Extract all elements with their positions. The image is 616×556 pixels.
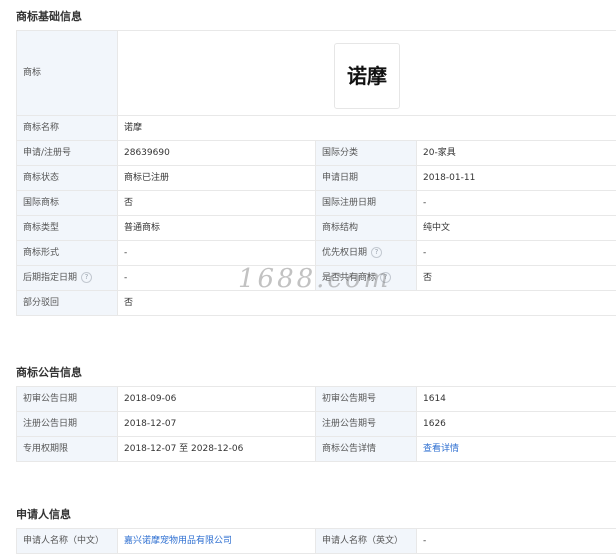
reg-no-label: 申请/注册号 [16,140,118,166]
shared-mark-cell: 是否共有商标? [315,265,417,291]
reg-notice-issue-label: 注册公告期号 [315,411,417,437]
priority-date-cell: 优先权日期? [315,240,417,266]
view-details-link[interactable]: 查看详情 [423,444,459,454]
mark-type-value: 普通商标 [117,215,316,241]
priority-date-value: - [415,240,616,266]
mark-structure-label: 商标结构 [315,215,417,241]
mark-form-label: 商标形式 [16,240,118,266]
applicant-cn-link[interactable]: 嘉兴诺摩宠物用品有限公司 [124,536,232,546]
intl-reg-date-value: - [415,190,616,216]
partial-reject-value: 否 [116,290,616,316]
logo-cell: 诺摩 [116,30,616,116]
shared-mark-label: 是否共有商标 [322,273,377,283]
basic-info-table: 商标 诺摩 商标名称 诺摩 申请/注册号 28639690 国际分类 20-家具… [16,30,616,316]
exclusive-period-label: 专用权期限 [16,436,118,462]
applicant-en-value: - [416,528,616,554]
prelim-notice-date-value: 2018-09-06 [117,386,316,412]
mark-structure-value: 纯中文 [415,215,616,241]
section-title-basic: 商标基础信息 [16,10,82,23]
priority-date-label: 优先权日期 [322,248,368,258]
section-title-applicant: 申请人信息 [16,508,71,521]
question-circle-icon[interactable]: ? [371,247,383,258]
applicant-info-table: 申请人名称（中文） 嘉兴诺摩宠物用品有限公司 申请人名称（英文） - [16,528,616,554]
intl-class-value: 20-家具 [415,140,616,166]
partial-reject-label: 部分驳回 [16,290,118,316]
mark-form-value: - [117,240,316,266]
later-designation-value: - [117,265,316,291]
apply-date-value: 2018-01-11 [415,165,616,191]
applicant-cn-cell: 嘉兴诺摩宠物用品有限公司 [117,528,316,554]
logo-label: 商标 [16,30,118,116]
applicant-en-label: 申请人名称（英文） [315,528,417,554]
prelim-notice-issue-label: 初审公告期号 [315,386,417,412]
reg-notice-issue-value: 1626 [416,411,616,437]
name-value: 诺摩 [116,115,616,141]
status-value: 商标已注册 [117,165,316,191]
notice-detail-label: 商标公告详情 [315,436,417,462]
status-label: 商标状态 [16,165,118,191]
intl-mark-label: 国际商标 [16,190,118,216]
trademark-logo-image: 诺摩 [334,43,400,109]
reg-notice-date-label: 注册公告日期 [16,411,118,437]
notice-info-table: 初审公告日期 2018-09-06 初审公告期号 1614 注册公告日期 201… [16,386,616,462]
exclusive-period-value: 2018-12-07 至 2028-12-06 [117,436,316,462]
section-title-notice: 商标公告信息 [16,366,82,379]
name-label: 商标名称 [16,115,118,141]
later-designation-cell: 后期指定日期? [16,265,118,291]
prelim-notice-issue-value: 1614 [416,386,616,412]
intl-mark-value: 否 [117,190,316,216]
applicant-cn-label: 申请人名称（中文） [16,528,118,554]
reg-notice-date-value: 2018-12-07 [117,411,316,437]
later-designation-label: 后期指定日期 [23,273,78,283]
question-circle-icon[interactable]: ? [380,272,392,283]
intl-reg-date-label: 国际注册日期 [315,190,417,216]
shared-mark-value: 否 [415,265,616,291]
reg-no-value: 28639690 [117,140,316,166]
apply-date-label: 申请日期 [315,165,417,191]
mark-type-label: 商标类型 [16,215,118,241]
prelim-notice-date-label: 初审公告日期 [16,386,118,412]
notice-detail-cell: 查看详情 [416,436,616,462]
question-circle-icon[interactable]: ? [81,272,93,283]
intl-class-label: 国际分类 [315,140,417,166]
